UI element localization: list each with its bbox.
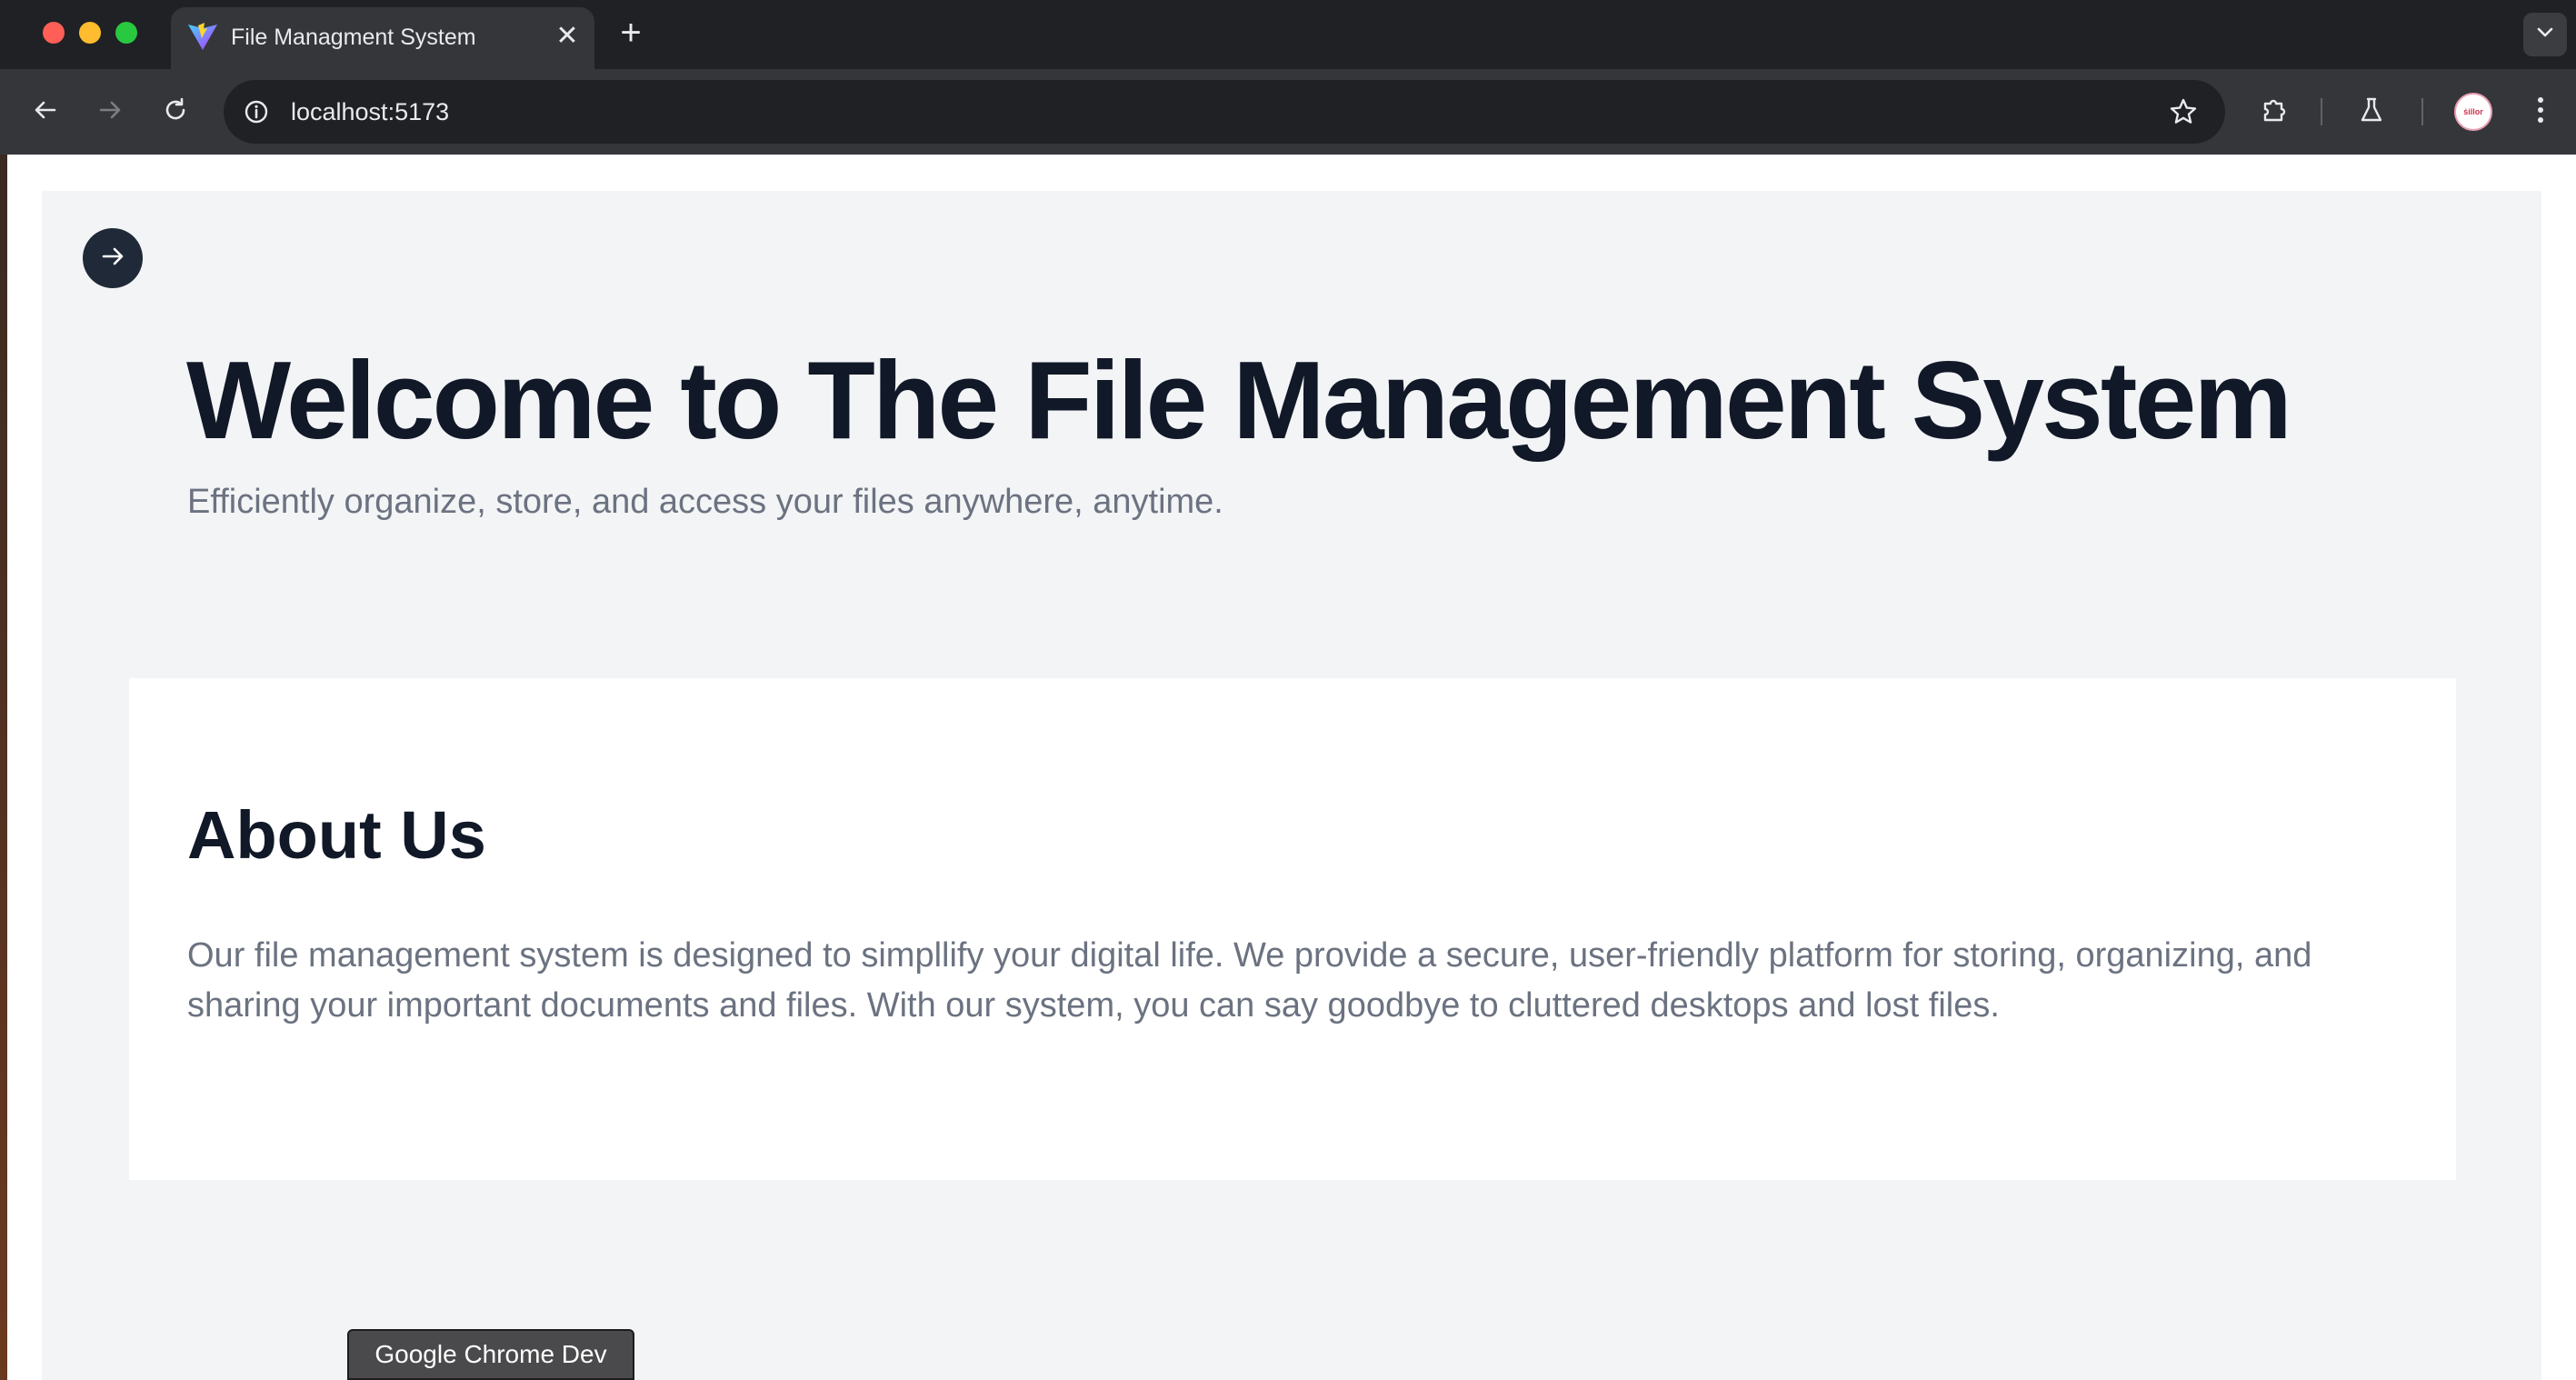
sidebar-toggle-button[interactable] [83, 228, 143, 288]
toolbar-separator [2421, 98, 2423, 125]
vite-logo-icon [186, 20, 219, 53]
window-minimize-button[interactable] [79, 22, 101, 44]
flask-icon [2357, 95, 2386, 129]
reload-button[interactable] [155, 91, 196, 133]
page-title: Welcome to The File Management System [186, 338, 2292, 462]
toolbar-separator [2321, 98, 2322, 125]
info-icon[interactable] [240, 95, 273, 128]
dock-app-tooltip: Google Chrome Dev [347, 1329, 634, 1380]
chevron-down-icon [2534, 22, 2556, 48]
back-button[interactable] [25, 91, 66, 133]
reload-icon [162, 96, 189, 128]
address-bar[interactable]: localhost:5173 [224, 80, 2225, 144]
forward-button[interactable] [89, 91, 131, 133]
star-icon[interactable] [2165, 94, 2202, 130]
back-arrow-icon [32, 96, 59, 128]
about-description: Our file management system is designed t… [187, 936, 2312, 1025]
window-close-button[interactable] [43, 22, 65, 44]
extensions-button[interactable] [2254, 91, 2296, 133]
window-maximize-button[interactable] [115, 22, 137, 44]
browser-toolbar: localhost:5173 ṡillor [0, 69, 2576, 155]
tab-search-button[interactable] [2523, 13, 2567, 56]
browser-tabstrip: File Managment System ✕ + [0, 0, 2576, 69]
kebab-menu-icon [2536, 95, 2545, 129]
about-heading: About Us [187, 797, 486, 873]
labs-button[interactable] [2351, 91, 2392, 133]
browser-menu-button[interactable] [2520, 91, 2561, 133]
new-tab-button[interactable]: + [613, 15, 649, 53]
page-viewport: Welcome to The File Management System Ef… [0, 155, 2576, 1380]
forward-arrow-icon [96, 96, 124, 128]
desktop-wallpaper-edge [0, 155, 7, 1380]
browser-tab-active[interactable]: File Managment System ✕ [171, 7, 594, 69]
page-subtitle: Efficiently organize, store, and access … [187, 483, 1223, 521]
url-text[interactable]: localhost:5173 [291, 97, 449, 126]
about-section: About Us Our file management system is d… [129, 678, 2456, 1180]
profile-avatar[interactable]: ṡillor [2454, 93, 2492, 131]
puzzle-icon [2260, 95, 2291, 130]
tab-title: File Managment System [231, 25, 476, 50]
arrow-right-icon [97, 241, 128, 276]
tab-close-icon[interactable]: ✕ [553, 22, 582, 51]
